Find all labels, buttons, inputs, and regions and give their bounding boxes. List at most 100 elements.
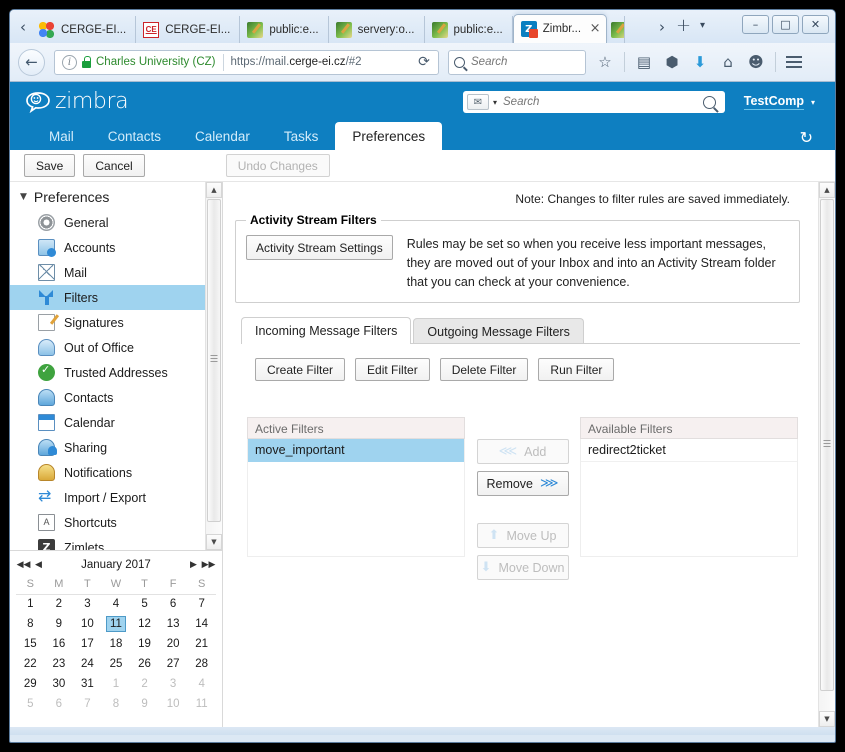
next-year-button[interactable]: ▶▶ [201, 560, 216, 570]
available-filters-list[interactable]: redirect2ticket [580, 439, 798, 557]
tab-contacts[interactable]: Contacts [91, 122, 178, 150]
undo-changes-button[interactable]: Undo Changes [225, 154, 330, 177]
calendar-day[interactable]: 8 [16, 614, 45, 634]
tab-incoming-message-filters[interactable]: Incoming Message Filters [241, 317, 412, 344]
calendar-day[interactable]: 3 [73, 594, 102, 614]
sidebar-item-mail[interactable]: Mail [10, 260, 222, 285]
calendar-day[interactable]: 23 [45, 654, 74, 674]
calendar-day[interactable]: 12 [130, 614, 159, 634]
calendar-day[interactable]: 5 [16, 694, 45, 714]
envelope-icon[interactable]: ✉ [467, 94, 489, 110]
zimbra-search-input[interactable] [503, 96, 703, 108]
scroll-up-icon[interactable]: ▲ [206, 182, 222, 198]
calendar-day[interactable]: 28 [187, 654, 216, 674]
search-icon[interactable] [703, 95, 716, 109]
calendar-day[interactable]: 7 [73, 694, 102, 714]
add-filter-button[interactable]: ⋘ Add [476, 439, 569, 464]
calendar-day[interactable]: 29 [16, 674, 45, 694]
calendar-day[interactable]: 27 [159, 654, 188, 674]
refresh-icon[interactable]: ↻ [800, 128, 813, 147]
list-item[interactable]: redirect2ticket [581, 439, 797, 462]
scroll-up-icon[interactable]: ▲ [819, 182, 835, 198]
browser-tab-2[interactable]: CE CERGE-EI... [136, 16, 241, 43]
active-filters-list[interactable]: move_important [247, 439, 465, 557]
sidebar-item-contacts[interactable]: Contacts [10, 385, 222, 410]
back-button[interactable]: ← [18, 48, 45, 76]
delete-filter-button[interactable]: Delete Filter [439, 358, 529, 381]
calendar-day[interactable]: 13 [159, 614, 188, 634]
calendar-day[interactable]: 5 [130, 594, 159, 614]
sidebar-item-out-of-office[interactable]: Out of Office [10, 335, 222, 360]
sidebar-item-general[interactable]: General [10, 210, 222, 235]
run-filter-button[interactable]: Run Filter [538, 358, 615, 381]
calendar-day[interactable]: 14 [187, 614, 216, 634]
calendar-day[interactable]: 25 [102, 654, 131, 674]
browser-search-input[interactable] [471, 56, 580, 68]
calendar-day[interactable]: 8 [102, 694, 131, 714]
pocket-icon[interactable]: ⬢ [663, 53, 681, 71]
calendar-day[interactable]: 11 [187, 694, 216, 714]
browser-tab-4[interactable]: servery:o... [329, 16, 425, 43]
prev-month-button[interactable]: ◀ [31, 560, 46, 570]
calendar-day[interactable]: 7 [187, 594, 216, 614]
prev-year-button[interactable]: ◀◀ [16, 560, 31, 570]
browser-tab-5[interactable]: public:e... [425, 16, 513, 43]
close-button[interactable]: ✕ [802, 15, 829, 34]
content-scrollbar[interactable]: ▲ ▼ [818, 182, 835, 727]
calendar-day[interactable]: 30 [45, 674, 74, 694]
sidebar-item-accounts[interactable]: Accounts [10, 235, 222, 260]
calendar-day[interactable]: 24 [73, 654, 102, 674]
calendar-day[interactable]: 4 [187, 674, 216, 694]
sidebar-item-signatures[interactable]: Signatures [10, 310, 222, 335]
move-down-button[interactable]: ⬇ Move Down [476, 555, 569, 580]
calendar-day[interactable]: 10 [73, 614, 102, 634]
scrollbar-thumb[interactable] [207, 199, 221, 522]
calendar-day[interactable]: 3 [159, 674, 188, 694]
sidebar-item-trusted-addresses[interactable]: Trusted Addresses [10, 360, 222, 385]
scrollbar-thumb[interactable] [820, 199, 834, 691]
next-month-button[interactable]: ▶ [186, 560, 201, 570]
user-menu[interactable]: TestComp ▾ [743, 94, 815, 110]
sidebar-item-calendar[interactable]: Calendar [10, 410, 222, 435]
sidebar-item-filters[interactable]: Filters [10, 285, 222, 310]
tab-calendar[interactable]: Calendar [178, 122, 267, 150]
calendar-day[interactable]: 20 [159, 634, 188, 654]
calendar-day[interactable]: 16 [45, 634, 74, 654]
remove-filter-button[interactable]: Remove ⋙ [476, 471, 569, 496]
tab-scroll-right-button[interactable]: › [655, 18, 669, 36]
sidebar-item-import-export[interactable]: Import / Export [10, 485, 222, 510]
sidebar-item-sharing[interactable]: Sharing [10, 435, 222, 460]
calendar-day[interactable]: 6 [45, 694, 74, 714]
calendar-day[interactable]: 18 [102, 634, 131, 654]
browser-tab-3[interactable]: public:e... [240, 16, 329, 43]
calendar-day[interactable]: 15 [16, 634, 45, 654]
calendar-day[interactable]: 19 [130, 634, 159, 654]
list-item[interactable]: move_important [248, 439, 464, 462]
tab-preferences[interactable]: Preferences [335, 122, 443, 150]
hello-icon[interactable]: ☻ [747, 53, 765, 71]
calendar-day[interactable]: 1 [16, 594, 45, 614]
calendar-day-today[interactable]: 11 [102, 614, 131, 634]
sidebar-item-shortcuts[interactable]: A Shortcuts [10, 510, 222, 535]
calendar-day[interactable]: 4 [102, 594, 131, 614]
minimize-button[interactable]: – [742, 15, 769, 34]
download-icon[interactable]: ⬇ [691, 53, 709, 71]
calendar-day[interactable]: 10 [159, 694, 188, 714]
reload-icon[interactable]: ⟳ [414, 54, 434, 70]
create-filter-button[interactable]: Create Filter [255, 358, 346, 381]
save-button[interactable]: Save [24, 154, 76, 177]
maximize-button[interactable]: □ [772, 15, 799, 34]
scroll-down-icon[interactable]: ▼ [206, 534, 222, 550]
sidebar-header[interactable]: ▼ Preferences [10, 185, 222, 210]
chevron-down-icon[interactable]: ▾ [493, 98, 497, 107]
calendar-day[interactable]: 31 [73, 674, 102, 694]
address-bar[interactable]: i Charles University (CZ) https://mail.c… [54, 49, 439, 75]
browser-tab-1[interactable]: CERGE-EI... [32, 16, 137, 43]
menu-icon[interactable] [786, 56, 802, 68]
tab-scroll-left-button[interactable]: ‹ [16, 18, 30, 36]
library-icon[interactable]: ▤ [635, 53, 653, 71]
chevron-down-icon[interactable]: ▾ [700, 21, 705, 31]
calendar-day[interactable]: 26 [130, 654, 159, 674]
calendar-day[interactable]: 2 [45, 594, 74, 614]
scroll-down-icon[interactable]: ▼ [819, 711, 835, 727]
